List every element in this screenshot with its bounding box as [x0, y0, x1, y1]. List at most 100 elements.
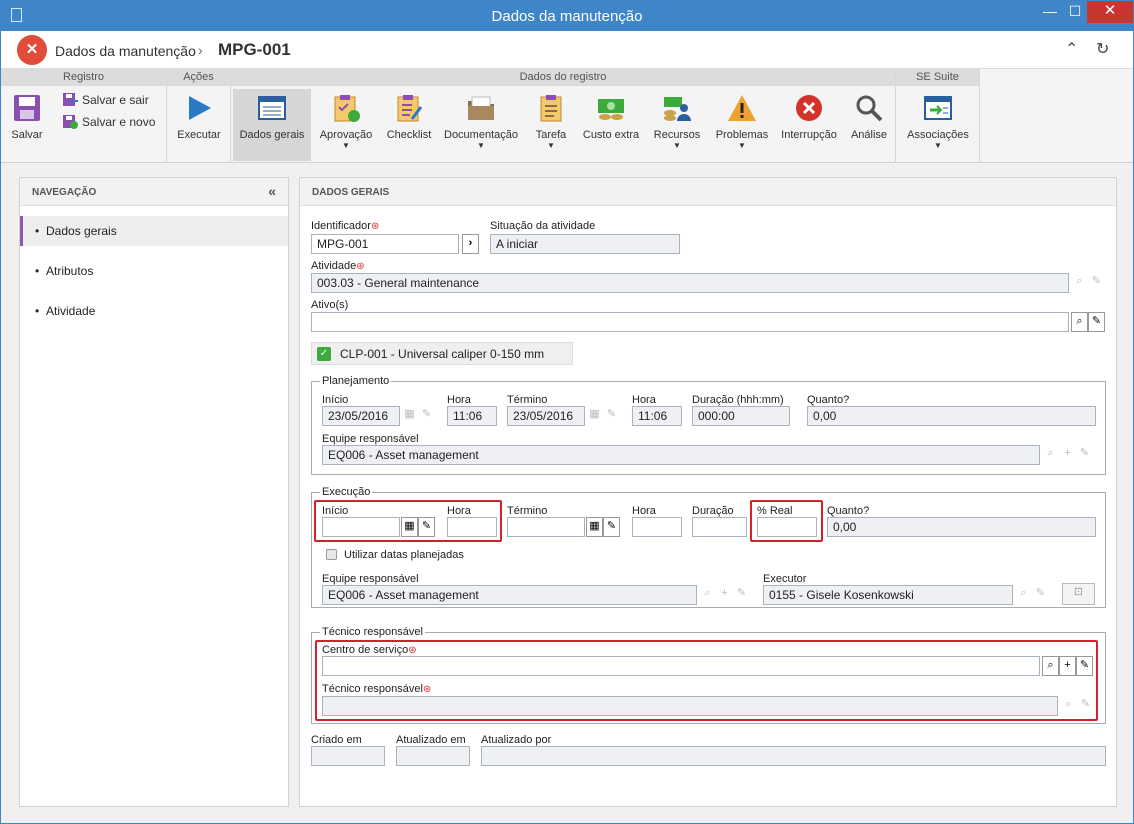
approval-clipboard-icon [334, 95, 360, 122]
add-icon: + [1064, 447, 1071, 459]
ribbon-label: Problemas [715, 129, 769, 141]
search-icon[interactable]: ⌕ [1071, 312, 1088, 332]
collapse-icon[interactable]: ⌃ [1065, 39, 1078, 59]
required-icon: ⊛ [408, 645, 417, 656]
plan-inicio-field: 23/05/2016 [322, 406, 400, 426]
nav-item-atividade[interactable]: • Atividade [20, 296, 288, 326]
bullet-icon: • [35, 224, 40, 238]
ribbon-label: Documentação [444, 129, 518, 141]
ribbon-dados-gerais[interactable]: Dados gerais [233, 89, 311, 161]
clear-icon[interactable]: ✎ [1076, 656, 1093, 676]
close-button[interactable]: ✕ [1087, 1, 1133, 23]
ribbon-documentacao[interactable]: Documentação ▼ [441, 89, 521, 161]
usar-datas-checkbox[interactable] [326, 549, 337, 560]
nav-header: NAVEGAÇÃO « [20, 178, 288, 206]
save-exit-button[interactable]: Salvar e sair [63, 93, 149, 107]
exec-termino-field[interactable] [507, 517, 585, 537]
save-new-icon [63, 115, 78, 129]
nav-item-dados-gerais[interactable]: • Dados gerais [20, 216, 288, 246]
ribbon: Registro Salvar Salvar e sair Salvar e n… [1, 69, 1133, 163]
ribbon-group-acoes: Ações Executar [167, 69, 231, 163]
dropdown-arrow-icon: ▼ [934, 141, 942, 150]
maintenance-logo-icon: ✕ [17, 35, 47, 65]
ribbon-problemas[interactable]: Problemas ▼ [711, 89, 773, 161]
lock-button[interactable]: ⊡ [1062, 583, 1095, 605]
search-icon[interactable]: ⌕ [1042, 656, 1059, 676]
save-button[interactable]: Salvar [5, 89, 49, 161]
add-icon: + [721, 587, 728, 599]
calendar-icon: ▦ [589, 408, 600, 420]
checkbox-checked-icon[interactable]: ✓ [317, 347, 331, 361]
execute-button[interactable]: Executar [171, 89, 227, 161]
exec-duracao-field[interactable] [692, 517, 747, 537]
checklist-icon [397, 95, 423, 122]
associations-icon [924, 96, 952, 120]
plan-quanto-field: 0,00 [807, 406, 1096, 426]
calendar-icon: ▦ [404, 408, 415, 420]
folder-icon [468, 96, 494, 120]
identificador-field[interactable]: MPG-001 [311, 234, 459, 254]
clear-icon[interactable]: ✎ [603, 517, 620, 537]
ribbon-group-registro: Registro Salvar Salvar e sair Salvar e n… [1, 69, 167, 163]
ribbon-associacoes[interactable]: Associações ▼ [900, 89, 976, 161]
usar-datas-label: Utilizar datas planejadas [344, 549, 464, 561]
nav-item-atributos[interactable]: • Atributos [20, 256, 288, 286]
ribbon-recursos[interactable]: Recursos ▼ [647, 89, 707, 161]
ribbon-aprovacao[interactable]: Aprovação ▼ [315, 89, 377, 161]
centro-servico-field[interactable] [322, 656, 1040, 676]
refresh-icon[interactable]: ↻ [1096, 39, 1109, 59]
nav-item-label: Atividade [46, 304, 96, 318]
search-icon: ⌕ [1065, 698, 1072, 710]
ribbon-checklist[interactable]: Checklist [381, 89, 437, 161]
atualizado-por-label: Atualizado por [481, 734, 552, 746]
save-new-button[interactable]: Salvar e novo [63, 115, 155, 129]
save-exit-icon [63, 93, 78, 106]
magnifier-icon [856, 95, 883, 122]
exec-hora2-label: Hora [632, 505, 656, 517]
page-header: ✕ Dados da manutenção › MPG-001 ⌃ ↻ [1, 31, 1133, 69]
maximize-button[interactable]: ☐ [1063, 1, 1087, 23]
title-bar: Dados da manutenção — ☐ ✕ [1, 1, 1133, 31]
exec-equipe-field: EQ006 - Asset management [322, 585, 697, 605]
ribbon-analise[interactable]: Análise [845, 89, 893, 161]
collapse-nav-icon[interactable]: « [268, 183, 276, 199]
identificador-label: Identificador⊛ [311, 220, 380, 232]
clear-icon[interactable]: ✎ [1088, 312, 1105, 332]
go-arrow-button[interactable]: › [462, 234, 479, 254]
stop-icon [796, 95, 822, 121]
group-label: Dados do registro [231, 69, 895, 86]
warning-icon [728, 95, 756, 121]
executor-field: 0155 - Gisele Kosenkowski [763, 585, 1013, 605]
exec-equipe-label: Equipe responsável [322, 573, 419, 585]
dropdown-arrow-icon: ▼ [738, 141, 746, 150]
save-new-label: Salvar e novo [82, 115, 156, 129]
calendar-icon[interactable]: ▦ [586, 517, 603, 537]
ribbon-label: Interrupção [781, 129, 837, 141]
clear-icon: ✎ [421, 408, 432, 420]
breadcrumb[interactable]: Dados da manutenção [55, 43, 196, 59]
minimize-button[interactable]: — [1037, 1, 1063, 23]
ribbon-interrupcao[interactable]: Interrupção [777, 89, 841, 161]
group-label: Registro [1, 69, 166, 86]
exec-hora2-field[interactable] [632, 517, 682, 537]
ativo-chip[interactable]: ✓ CLP-001 - Universal caliper 0-150 mm [311, 342, 573, 365]
ribbon-group-suite: SE Suite Associações ▼ [896, 69, 980, 163]
ativos-field[interactable] [311, 312, 1069, 332]
play-icon [189, 96, 211, 120]
add-icon[interactable]: + [1059, 656, 1076, 676]
plan-hora2-label: Hora [632, 394, 656, 406]
app-window: Dados da manutenção — ☐ ✕ ✕ Dados da man… [0, 0, 1134, 824]
plan-termino-field: 23/05/2016 [507, 406, 585, 426]
search-icon: ⌕ [1047, 447, 1054, 459]
group-label: SE Suite [896, 69, 979, 86]
ribbon-custo-extra[interactable]: Custo extra [579, 89, 643, 161]
ribbon-tarefa[interactable]: Tarefa ▼ [525, 89, 577, 161]
atualizado-por-field [481, 746, 1106, 766]
centro-servico-label: Centro de serviço⊛ [322, 644, 417, 656]
tecnico-label: Técnico responsável⊛ [322, 683, 432, 695]
required-icon: ⊛ [370, 221, 380, 232]
plan-termino-label: Término [507, 394, 548, 406]
clear-icon: ✎ [1080, 698, 1091, 710]
plan-hora-label: Hora [447, 394, 471, 406]
plan-hora-field: 11:06 [447, 406, 497, 426]
